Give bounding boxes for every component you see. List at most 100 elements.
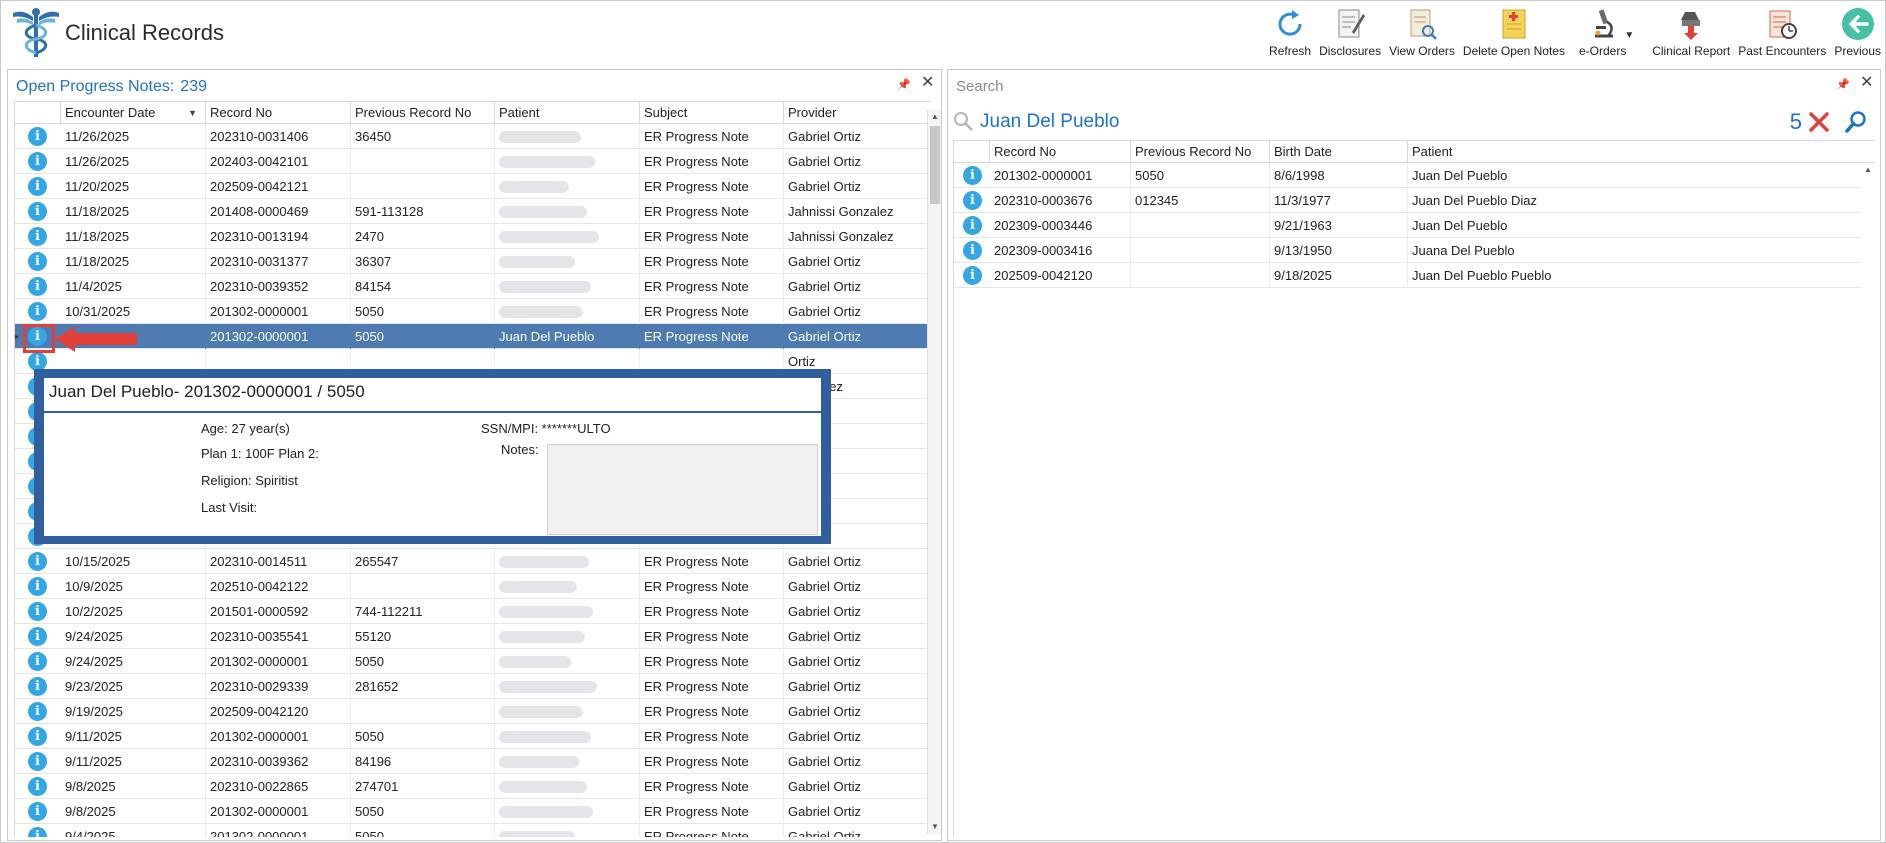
info-icon[interactable]: i: [28, 602, 47, 621]
info-icon[interactable]: i: [28, 627, 47, 646]
cell-record: 201302-0000001: [206, 649, 351, 674]
close-search-panel-icon[interactable]: ✕: [1860, 75, 1874, 91]
result-row[interactable]: i 201302-0000001 5050 8/6/1998 Juan Del Pueb…: [954, 163, 1864, 188]
info-icon[interactable]: i: [28, 677, 47, 696]
table-row[interactable]: i 9/8/2025 202310-0022865 274701 ER Progress…: [15, 774, 931, 799]
info-icon[interactable]: i: [963, 266, 982, 285]
info-icon[interactable]: i: [28, 127, 47, 146]
info-icon[interactable]: i: [28, 152, 47, 171]
redacted-patient-name: [499, 581, 577, 593]
info-icon[interactable]: i: [28, 777, 47, 796]
info-icon[interactable]: i: [28, 577, 47, 596]
header: Clinical Records Refresh Disclosures Vie…: [1, 1, 1886, 65]
table-row[interactable]: i 11/18/2025 202310-0031377 36307 ER Progres…: [15, 249, 931, 274]
cell-subject: ER Progress Note: [640, 274, 784, 299]
info-icon[interactable]: i: [28, 652, 47, 671]
header-previous-record-no[interactable]: Previous Record No: [351, 102, 495, 124]
info-icon[interactable]: i: [28, 827, 47, 837]
search-pin-icon[interactable]: 📌: [1836, 78, 1850, 92]
table-row[interactable]: i 9/24/2025 201302-0000001 5050 ER Progress …: [15, 649, 931, 674]
header-subject[interactable]: Subject: [640, 102, 784, 124]
caduceus-logo-icon: [13, 8, 59, 57]
info-icon[interactable]: i: [28, 702, 47, 721]
scroll-thumb[interactable]: [930, 126, 940, 204]
header-encounter-date[interactable]: Encounter Date ▼: [61, 102, 206, 124]
e-orders-button[interactable]: e-Orders: [1579, 6, 1626, 58]
table-row[interactable]: i 9/24/2025 202310-0035541 55120 ER Progress…: [15, 624, 931, 649]
info-icon[interactable]: i: [28, 552, 47, 571]
table-row[interactable]: i 9/11/2025 201302-0000001 5050 ER Progress …: [15, 724, 931, 749]
table-row[interactable]: i 11/18/2025 202310-0013194 2470 ER Progress…: [15, 224, 931, 249]
grid-scrollbar[interactable]: ▲ ▼: [927, 110, 941, 834]
info-icon[interactable]: i: [28, 727, 47, 746]
info-icon[interactable]: i: [963, 166, 982, 185]
result-cell-record: 201302-0000001: [990, 163, 1131, 188]
results-header-birth-date[interactable]: Birth Date: [1270, 141, 1408, 163]
close-panel-icon[interactable]: ✕: [921, 75, 935, 91]
results-scroll-up-icon[interactable]: ▲: [1861, 163, 1875, 177]
table-row[interactable]: i 10/15/2025 202310-0014511 265547 ER Progre…: [15, 549, 931, 574]
table-row[interactable]: i 9/11/2025 202310-0039362 84196 ER Progress…: [15, 749, 931, 774]
header-provider[interactable]: Provider: [784, 102, 931, 124]
result-row[interactable]: i 202309-0003446 9/21/1963 Juan Del Pueblo: [954, 213, 1864, 238]
scroll-up-icon[interactable]: ▲: [928, 110, 942, 124]
view-orders-button[interactable]: View Orders: [1389, 6, 1455, 58]
table-row[interactable]: i 9/4/2025 201302-0000001 5050 ER Progress N…: [15, 824, 931, 837]
result-cell-record: 202309-0003416: [990, 238, 1131, 263]
results-header-record-no[interactable]: Record No: [990, 141, 1131, 163]
search-bar[interactable]: Juan Del Pueblo 5: [952, 108, 1874, 136]
cell-subject: ER Progress Note: [640, 749, 784, 774]
table-row[interactable]: i 10/9/2025 202510-0042122 ER Progress Note…: [15, 574, 931, 599]
table-row-selected[interactable]: ▸ i 201302-0000001 5050 Juan Del Pueblo ER Pr…: [15, 324, 931, 349]
info-icon[interactable]: i: [963, 191, 982, 210]
table-row[interactable]: i 10/31/2025 201302-0000001 5050 ER Progress…: [15, 299, 931, 324]
table-row[interactable]: i 9/23/2025 202310-0029339 281652 ER Progres…: [15, 674, 931, 699]
table-row[interactable]: i 10/2/2025 201501-0000592 744-112211 ER Pro…: [15, 599, 931, 624]
info-icon[interactable]: i: [28, 277, 47, 296]
info-icon[interactable]: i: [28, 227, 47, 246]
table-row[interactable]: i 9/19/2025 202509-0042120 ER Progress Note…: [15, 699, 931, 724]
header-patient[interactable]: Patient: [495, 102, 640, 124]
pin-icon[interactable]: 📌: [897, 78, 911, 92]
table-row[interactable]: i 11/18/2025 201408-0000469 591-113128 ER Pr…: [15, 199, 931, 224]
clear-search-icon[interactable]: [1808, 111, 1830, 133]
search-go-icon[interactable]: [1844, 110, 1868, 134]
info-icon[interactable]: i: [28, 202, 47, 221]
result-row[interactable]: i 202309-0003416 9/13/1950 Juana Del Pueblo: [954, 238, 1864, 263]
cell-subject: ER Progress Note: [640, 574, 784, 599]
cell-prev: [351, 699, 495, 724]
previous-button[interactable]: Previous: [1834, 6, 1881, 58]
info-icon[interactable]: i: [28, 252, 47, 271]
info-icon[interactable]: i: [28, 177, 47, 196]
info-icon[interactable]: i: [28, 302, 47, 321]
past-encounters-button[interactable]: Past Encounters: [1738, 6, 1826, 58]
header-record-no[interactable]: Record No: [206, 102, 351, 124]
cell-date: 10/2/2025: [61, 599, 206, 624]
table-row[interactable]: i 9/8/2025 201302-0000001 5050 ER Progress N…: [15, 799, 931, 824]
table-row[interactable]: i 11/20/2025 202509-0042121 ER Progress Not…: [15, 174, 931, 199]
results-header-previous-record-no[interactable]: Previous Record No: [1131, 141, 1270, 163]
table-row[interactable]: i 11/26/2025 202310-0031406 36450 ER Progres…: [15, 124, 931, 149]
clinical-report-button[interactable]: Clinical Report: [1652, 6, 1730, 58]
table-row[interactable]: i 11/4/2025 202310-0039352 84154 ER Progress…: [15, 274, 931, 299]
info-icon[interactable]: i: [963, 216, 982, 235]
delete-open-notes-button[interactable]: Delete Open Notes: [1463, 6, 1565, 58]
info-icon[interactable]: i: [28, 752, 47, 771]
refresh-button[interactable]: Refresh: [1269, 6, 1311, 58]
table-row[interactable]: i 11/26/2025 202403-0042101 ER Progress Not…: [15, 149, 931, 174]
results-scrollbar[interactable]: ▲: [1861, 163, 1875, 837]
e-orders-dropdown-icon[interactable]: ▼: [1624, 30, 1634, 41]
result-row[interactable]: i 202310-0003676 012345 11/3/1977 Juan Del P…: [954, 188, 1864, 213]
results-header-patient[interactable]: Patient: [1408, 141, 1875, 163]
header-icon-col: [15, 102, 61, 124]
cell-record: 202509-0042121: [206, 174, 351, 199]
result-row[interactable]: i 202509-0042120 9/18/2025 Juan Del Pueblo …: [954, 263, 1864, 288]
scroll-down-icon[interactable]: ▼: [928, 820, 942, 834]
header-encounter-date-label: Encounter Date: [65, 105, 156, 120]
info-icon[interactable]: i: [963, 241, 982, 260]
cell-subject: ER Progress Note: [640, 549, 784, 574]
search-input[interactable]: Juan Del Pueblo: [980, 108, 1119, 136]
info-icon[interactable]: i: [28, 802, 47, 821]
disclosures-button[interactable]: Disclosures: [1319, 6, 1381, 58]
result-cell-patient: Juan Del Pueblo Pueblo: [1408, 263, 1864, 288]
